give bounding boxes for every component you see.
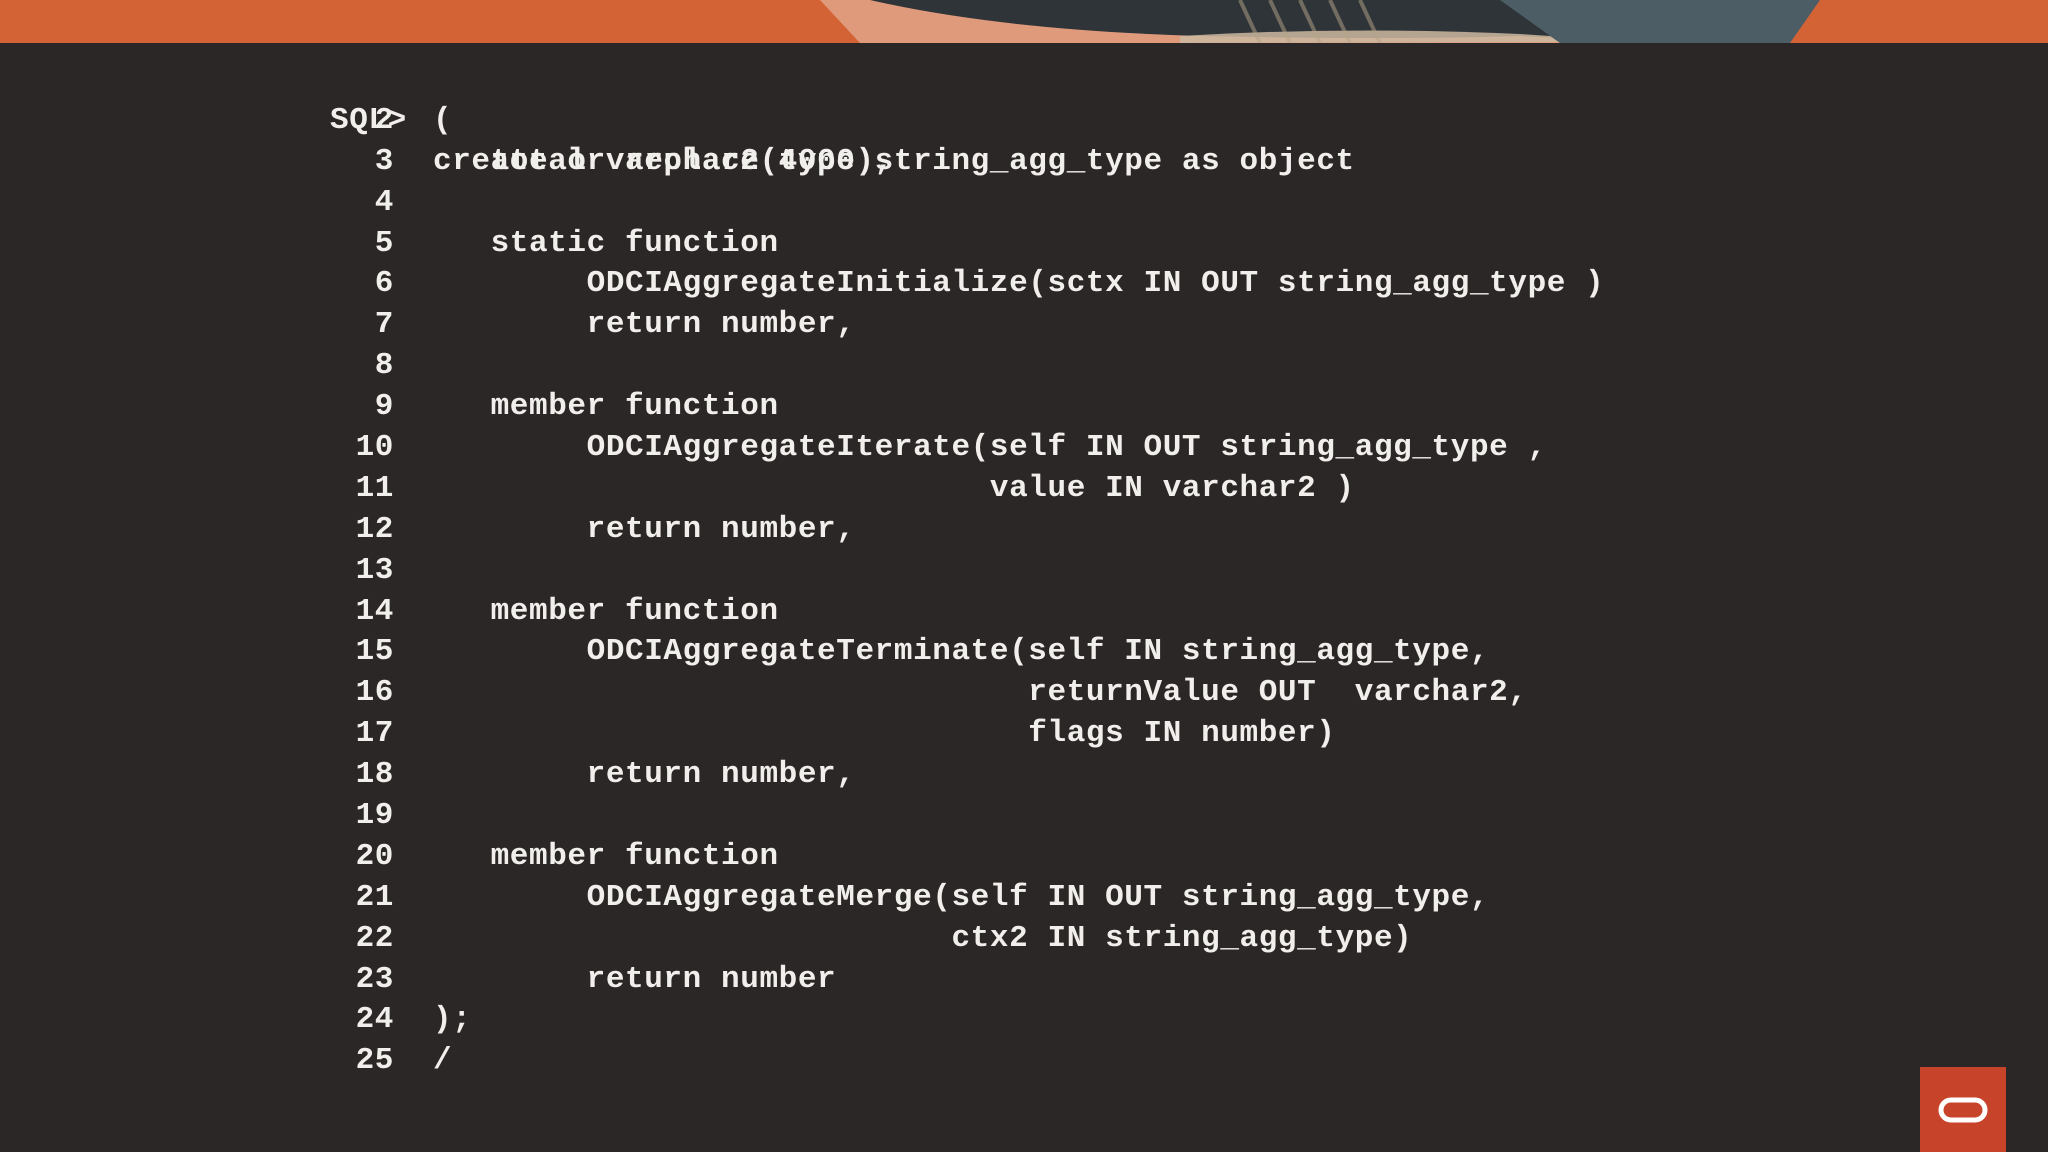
line-number: 12 [355,511,394,547]
line-number: 9 [374,389,394,425]
line-text: ( [433,102,453,138]
line-number: 11 [355,470,394,506]
sql-terminal: SQL> create or replace type string_agg_t… [0,60,2048,1082]
line-number: 4 [374,184,394,220]
terminal-line: 17 flags IN number) [0,714,2048,755]
banner-artwork [0,0,2048,43]
terminal-line: 21 ODCIAggregateMerge(self IN OUT string… [0,878,2048,919]
oracle-logo-icon [1938,1097,1988,1123]
line-number: 5 [374,225,394,261]
line-text: member function [433,593,779,629]
line-text: return number [433,961,837,997]
line-number: 19 [355,798,394,834]
line-text: / [433,1043,453,1079]
line-text: ); [433,1002,472,1038]
terminal-line: 5 static function [0,224,2048,265]
line-number: 18 [355,757,394,793]
line-text: ctx2 IN string_agg_type) [433,920,1413,956]
terminal-line: SQL> create or replace type string_agg_t… [0,60,2048,179]
line-text: flags IN number) [433,716,1336,752]
terminal-line: 12 return number, [0,510,2048,551]
line-number: 21 [355,879,394,915]
line-number: 3 [374,143,394,179]
line-number: 16 [355,675,394,711]
terminal-line: 15 ODCIAggregateTerminate(self IN string… [0,632,2048,673]
line-text: static function [433,225,779,261]
terminal-line: 18 return number, [0,755,2048,796]
terminal-line: 3 total varchar2(4000), [0,142,2048,183]
line-number: 15 [355,634,394,670]
terminal-line: 25 / [0,1041,2048,1082]
terminal-line: 2( [0,101,2048,142]
line-text: return number, [433,757,856,793]
decorative-banner [0,0,2048,43]
line-number: 20 [355,838,394,874]
line-number: 13 [355,552,394,588]
line-text: total varchar2(4000), [433,143,894,179]
terminal-line: 23 return number [0,960,2048,1001]
line-number: 7 [374,307,394,343]
line-number: 2 [374,102,394,138]
terminal-line: 20 member function [0,837,2048,878]
line-number: 23 [355,961,394,997]
terminal-line: 9 member function [0,387,2048,428]
terminal-line: 14 member function [0,592,2048,633]
line-text: returnValue OUT varchar2, [433,675,1528,711]
terminal-line: 22 ctx2 IN string_agg_type) [0,919,2048,960]
terminal-line: 8 [0,346,2048,387]
oracle-logo [1920,1067,2006,1152]
line-text: return number, [433,307,856,343]
terminal-line: 16 returnValue OUT varchar2, [0,673,2048,714]
line-number: 6 [374,266,394,302]
line-number: 8 [374,348,394,384]
terminal-line: 6 ODCIAggregateInitialize(sctx IN OUT st… [0,264,2048,305]
line-text: member function [433,838,779,874]
line-number: 10 [355,430,394,466]
line-text: ODCIAggregateIterate(self IN OUT string_… [433,430,1547,466]
terminal-line: 11 value IN varchar2 ) [0,469,2048,510]
line-text: ODCIAggregateInitialize(sctx IN OUT stri… [433,266,1605,302]
line-text: return number, [433,511,856,547]
terminal-line: 4 [0,183,2048,224]
terminal-line: 10 ODCIAggregateIterate(self IN OUT stri… [0,428,2048,469]
line-number: 25 [355,1043,394,1079]
line-number: 24 [355,1002,394,1038]
terminal-line: 13 [0,551,2048,592]
line-text: value IN varchar2 ) [433,470,1355,506]
terminal-line: 24); [0,1000,2048,1041]
line-text: ODCIAggregateTerminate(self IN string_ag… [433,634,1490,670]
code-lines: 2(3 total varchar2(4000), 4 5 static funct… [0,101,2048,1082]
line-text: ODCIAggregateMerge(self IN OUT string_ag… [433,879,1490,915]
line-number: 22 [355,920,394,956]
line-number: 17 [355,716,394,752]
terminal-line: 7 return number, [0,305,2048,346]
line-text: member function [433,389,779,425]
terminal-line: 19 [0,796,2048,837]
line-number: 14 [355,593,394,629]
